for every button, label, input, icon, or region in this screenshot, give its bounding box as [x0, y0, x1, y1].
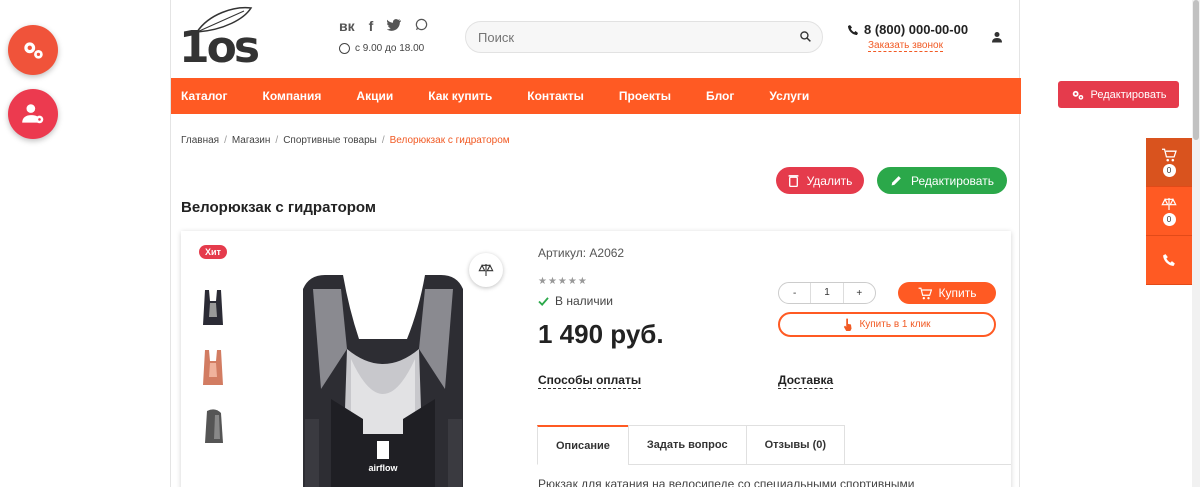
user-settings-fab-button[interactable] — [8, 89, 58, 139]
product-thumbnail[interactable] — [199, 287, 227, 327]
page-container: 1os вк f с 9.00 до 18.00 8 (800) 000-00-… — [170, 0, 1021, 487]
brand-print: airflow — [368, 463, 398, 473]
nav-item-how-to-buy[interactable]: Как купить — [428, 89, 492, 103]
delete-button-label: Удалить — [806, 173, 853, 188]
scales-icon — [478, 264, 494, 276]
gears-icon — [1072, 90, 1083, 100]
one-click-buy-button[interactable]: Купить в 1 клик — [778, 312, 996, 337]
product-tabs: Описание Задать вопрос Отзывы (0) — [537, 425, 846, 465]
settings-fab-button[interactable] — [8, 25, 58, 75]
breadcrumb: Главная / Магазин / Спортивные товары / … — [181, 135, 510, 146]
side-phone-button[interactable] — [1146, 236, 1192, 285]
phone-icon — [1163, 254, 1175, 266]
check-icon — [538, 296, 549, 306]
product-card: Хит airflow Артикул: А2062 ★★★★★ В налич… — [181, 231, 1011, 487]
product-thumbnail[interactable] — [199, 407, 227, 447]
product-sku: Артикул: А2062 — [538, 246, 625, 260]
cart-icon — [918, 287, 932, 299]
vk-icon[interactable]: вк — [339, 18, 355, 34]
quantity-stepper: - 1 + — [778, 282, 876, 304]
product-price: 1 490 руб. — [538, 319, 664, 349]
nav-item-contacts[interactable]: Контакты — [527, 89, 584, 103]
admin-edit-button[interactable]: Редактировать — [1058, 81, 1179, 108]
social-links: вк f — [339, 18, 428, 34]
breadcrumb-current: Велорюкзак с гидратором — [389, 135, 510, 146]
phone-text: 8 (800) 000-00-00 — [864, 22, 969, 37]
product-thumbnail[interactable] — [199, 347, 227, 387]
delete-button[interactable]: Удалить — [776, 167, 864, 194]
breadcrumb-home[interactable]: Главная — [181, 135, 219, 146]
nav-item-catalog[interactable]: Каталог — [181, 89, 228, 103]
tab-description[interactable]: Описание — [537, 425, 629, 465]
callback-link[interactable]: Заказать звонок — [868, 40, 943, 52]
nav-item-promotions[interactable]: Акции — [356, 89, 393, 103]
qty-plus-button[interactable]: + — [844, 288, 875, 299]
side-panel: 0 0 — [1146, 138, 1192, 285]
payment-methods-link[interactable]: Способы оплаты — [538, 373, 642, 389]
one-click-label: Купить в 1 клик — [859, 319, 931, 330]
hand-pointer-icon — [844, 318, 852, 331]
site-logo[interactable]: 1os — [179, 4, 260, 73]
page-title: Велорюкзак с гидратором — [181, 199, 376, 216]
hit-badge: Хит — [199, 245, 227, 259]
facebook-icon[interactable]: f — [369, 18, 374, 34]
main-nav: Каталог Компания Акции Как купить Контак… — [171, 78, 1021, 114]
search-box — [465, 21, 823, 53]
scales-icon — [1161, 197, 1177, 210]
nav-item-projects[interactable]: Проекты — [619, 89, 671, 103]
qty-minus-button[interactable]: - — [779, 288, 810, 299]
stock-status: В наличии — [538, 294, 613, 308]
search-input[interactable] — [466, 22, 786, 52]
breadcrumb-separator: / — [381, 135, 385, 146]
rating-stars: ★★★★★ — [538, 276, 588, 287]
breadcrumb-shop[interactable]: Магазин — [232, 135, 271, 146]
search-icon[interactable] — [799, 30, 812, 48]
breadcrumb-separator: / — [224, 135, 227, 146]
whatsapp-icon[interactable] — [415, 18, 428, 34]
nav-item-services[interactable]: Услуги — [769, 89, 809, 103]
cart-count: 0 — [1162, 163, 1176, 177]
breadcrumb-separator: / — [275, 135, 279, 146]
edit-button[interactable]: Редактировать — [877, 167, 1007, 194]
cart-icon — [1162, 148, 1177, 161]
compare-count: 0 — [1162, 212, 1176, 226]
hours-text: с 9.00 до 18.00 — [355, 43, 425, 54]
nav-item-blog[interactable]: Блог — [706, 89, 734, 103]
user-gear-icon — [22, 104, 44, 124]
admin-edit-label: Редактировать — [1090, 88, 1167, 101]
clock-icon — [339, 43, 350, 54]
side-compare-button[interactable]: 0 — [1146, 187, 1192, 236]
delivery-link[interactable]: Доставка — [778, 373, 834, 389]
logo-text: 1os — [179, 22, 260, 73]
tab-reviews[interactable]: Отзывы (0) — [745, 425, 846, 465]
twitter-icon[interactable] — [386, 18, 402, 34]
qty-input[interactable]: 1 — [810, 283, 844, 303]
breadcrumb-sports[interactable]: Спортивные товары — [283, 135, 377, 146]
stock-text: В наличии — [555, 294, 614, 308]
nav-item-company[interactable]: Компания — [263, 89, 322, 103]
buy-button-label: Купить — [938, 286, 977, 300]
product-main-image[interactable]: airflow — [291, 269, 476, 487]
pencil-icon — [891, 176, 901, 186]
product-description: Рюкзак для катания на велосипеде со спец… — [538, 477, 915, 487]
user-icon[interactable] — [991, 30, 1003, 48]
buy-button[interactable]: Купить — [898, 282, 996, 304]
tab-ask-question[interactable]: Задать вопрос — [627, 425, 747, 465]
phone-number[interactable]: 8 (800) 000-00-00 — [847, 22, 968, 37]
trash-icon — [788, 175, 798, 187]
scrollbar-thumb[interactable] — [1193, 0, 1199, 140]
side-cart-button[interactable]: 0 — [1146, 138, 1192, 187]
working-hours: с 9.00 до 18.00 — [339, 43, 424, 54]
gears-icon — [24, 42, 43, 59]
edit-button-label: Редактировать — [911, 173, 994, 188]
page-scrollbar[interactable] — [1192, 0, 1200, 487]
phone-icon — [848, 24, 858, 35]
